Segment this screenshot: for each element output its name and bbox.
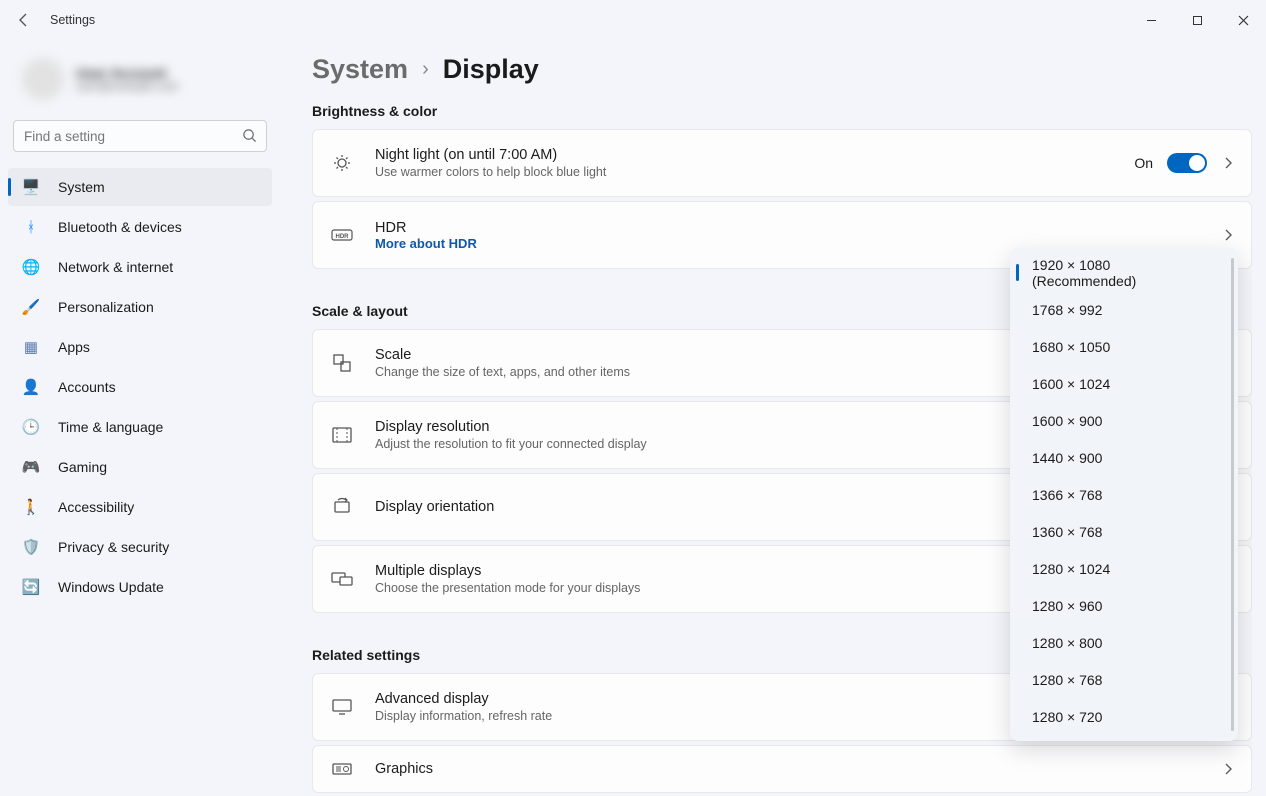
hdr-title: HDR bbox=[375, 220, 1201, 236]
graphics-card[interactable]: Graphics bbox=[312, 745, 1252, 793]
search-input[interactable] bbox=[13, 120, 267, 152]
nav-label: Accessibility bbox=[58, 499, 134, 515]
night-light-icon bbox=[329, 153, 355, 173]
resolution-dropdown[interactable]: 1920 × 1080 (Recommended)1768 × 9921680 … bbox=[1010, 248, 1238, 741]
svg-text:HDR: HDR bbox=[336, 234, 350, 240]
sidebar-item-bluetooth-devices[interactable]: ᚼ Bluetooth & devices bbox=[8, 208, 272, 246]
resolution-option[interactable]: 1600 × 900 bbox=[1016, 402, 1232, 439]
nav-label: Apps bbox=[58, 339, 90, 355]
resolution-option[interactable]: 1768 × 992 bbox=[1016, 291, 1232, 328]
sidebar-item-windows-update[interactable]: 🔄 Windows Update bbox=[8, 568, 272, 606]
profile-block[interactable]: User Account user@example.com bbox=[8, 48, 272, 120]
sidebar-item-accounts[interactable]: 👤 Accounts bbox=[8, 368, 272, 406]
resolution-option[interactable]: 1920 × 1080 (Recommended) bbox=[1016, 254, 1232, 291]
nav-icon: 🌐 bbox=[22, 258, 40, 276]
sidebar-item-accessibility[interactable]: 🚶 Accessibility bbox=[8, 488, 272, 526]
window-title: Settings bbox=[50, 13, 95, 27]
nav-label: Windows Update bbox=[58, 579, 164, 595]
hdr-icon: HDR bbox=[329, 227, 355, 243]
maximize-button[interactable] bbox=[1174, 0, 1220, 40]
sidebar: User Account user@example.com 🖥️ System ᚼ B… bbox=[0, 48, 280, 606]
sidebar-item-network-internet[interactable]: 🌐 Network & internet bbox=[8, 248, 272, 286]
close-button[interactable] bbox=[1220, 0, 1266, 40]
resolution-option[interactable]: 1280 × 720 bbox=[1016, 698, 1232, 735]
nav-label: Network & internet bbox=[58, 259, 173, 275]
back-button[interactable] bbox=[14, 10, 34, 30]
main-content: System › Display Brightness & color Nigh… bbox=[312, 48, 1252, 796]
nav-icon: 🛡️ bbox=[22, 538, 40, 556]
profile-name: User Account bbox=[76, 65, 178, 81]
nav-icon: 🕒 bbox=[22, 418, 40, 436]
sidebar-item-personalization[interactable]: 🖌️ Personalization bbox=[8, 288, 272, 326]
night-light-state: On bbox=[1134, 155, 1153, 171]
profile-email: user@example.com bbox=[76, 81, 178, 93]
nav-label: Bluetooth & devices bbox=[58, 219, 182, 235]
section-header-brightness: Brightness & color bbox=[312, 103, 1252, 119]
resolution-option[interactable]: 1280 × 960 bbox=[1016, 587, 1232, 624]
breadcrumb: System › Display bbox=[312, 54, 1252, 85]
nav-icon: 🚶 bbox=[22, 498, 40, 516]
sidebar-item-system[interactable]: 🖥️ System bbox=[8, 168, 272, 206]
breadcrumb-current: Display bbox=[443, 54, 539, 85]
nav-icon: 👤 bbox=[22, 378, 40, 396]
nav-label: Time & language bbox=[58, 419, 163, 435]
sidebar-item-time-language[interactable]: 🕒 Time & language bbox=[8, 408, 272, 446]
chevron-right-icon: › bbox=[422, 58, 429, 81]
minimize-button[interactable] bbox=[1128, 0, 1174, 40]
resolution-option[interactable]: 1366 × 768 bbox=[1016, 476, 1232, 513]
sidebar-item-apps[interactable]: ▦ Apps bbox=[8, 328, 272, 366]
nav-label: Privacy & security bbox=[58, 539, 169, 555]
resolution-option[interactable]: 1280 × 800 bbox=[1016, 624, 1232, 661]
nav-icon: 🖌️ bbox=[22, 298, 40, 316]
resolution-option[interactable]: 1440 × 900 bbox=[1016, 439, 1232, 476]
resolution-option[interactable]: 1360 × 768 bbox=[1016, 513, 1232, 550]
nav-list: 🖥️ System ᚼ Bluetooth & devices 🌐 Network & i… bbox=[8, 168, 272, 606]
sidebar-item-gaming[interactable]: 🎮 Gaming bbox=[8, 448, 272, 486]
night-light-card[interactable]: Night light (on until 7:00 AM) Use warme… bbox=[312, 129, 1252, 197]
night-light-title: Night light (on until 7:00 AM) bbox=[375, 147, 1114, 163]
night-light-sub: Use warmer colors to help block blue lig… bbox=[375, 165, 1114, 179]
graphics-icon bbox=[329, 761, 355, 777]
search-box bbox=[13, 120, 267, 152]
scrollbar[interactable] bbox=[1231, 258, 1234, 731]
scale-icon bbox=[329, 353, 355, 373]
title-bar: Settings bbox=[0, 0, 1266, 40]
nav-icon: 🔄 bbox=[22, 578, 40, 596]
resolution-option[interactable]: 1600 × 1024 bbox=[1016, 365, 1232, 402]
resolution-option[interactable]: 1280 × 768 bbox=[1016, 661, 1232, 698]
chevron-right-icon[interactable] bbox=[1221, 156, 1235, 170]
multiple-displays-icon bbox=[329, 570, 355, 588]
monitor-icon bbox=[329, 698, 355, 716]
night-light-toggle[interactable] bbox=[1167, 153, 1207, 173]
orientation-icon bbox=[329, 497, 355, 517]
nav-label: Personalization bbox=[58, 299, 154, 315]
nav-label: Gaming bbox=[58, 459, 107, 475]
nav-icon: 🎮 bbox=[22, 458, 40, 476]
resolution-option[interactable]: 1280 × 1024 bbox=[1016, 550, 1232, 587]
resolution-icon bbox=[329, 426, 355, 444]
nav-icon: ▦ bbox=[22, 338, 40, 356]
window-controls bbox=[1128, 0, 1266, 40]
nav-label: Accounts bbox=[58, 379, 116, 395]
breadcrumb-parent[interactable]: System bbox=[312, 54, 408, 85]
resolution-option[interactable]: 1680 × 1050 bbox=[1016, 328, 1232, 365]
graphics-title: Graphics bbox=[375, 761, 1201, 777]
chevron-right-icon[interactable] bbox=[1221, 762, 1235, 776]
sidebar-item-privacy-security[interactable]: 🛡️ Privacy & security bbox=[8, 528, 272, 566]
chevron-right-icon[interactable] bbox=[1221, 228, 1235, 242]
avatar bbox=[22, 58, 64, 100]
nav-label: System bbox=[58, 179, 105, 195]
nav-icon: ᚼ bbox=[22, 219, 40, 236]
nav-icon: 🖥️ bbox=[22, 178, 40, 196]
